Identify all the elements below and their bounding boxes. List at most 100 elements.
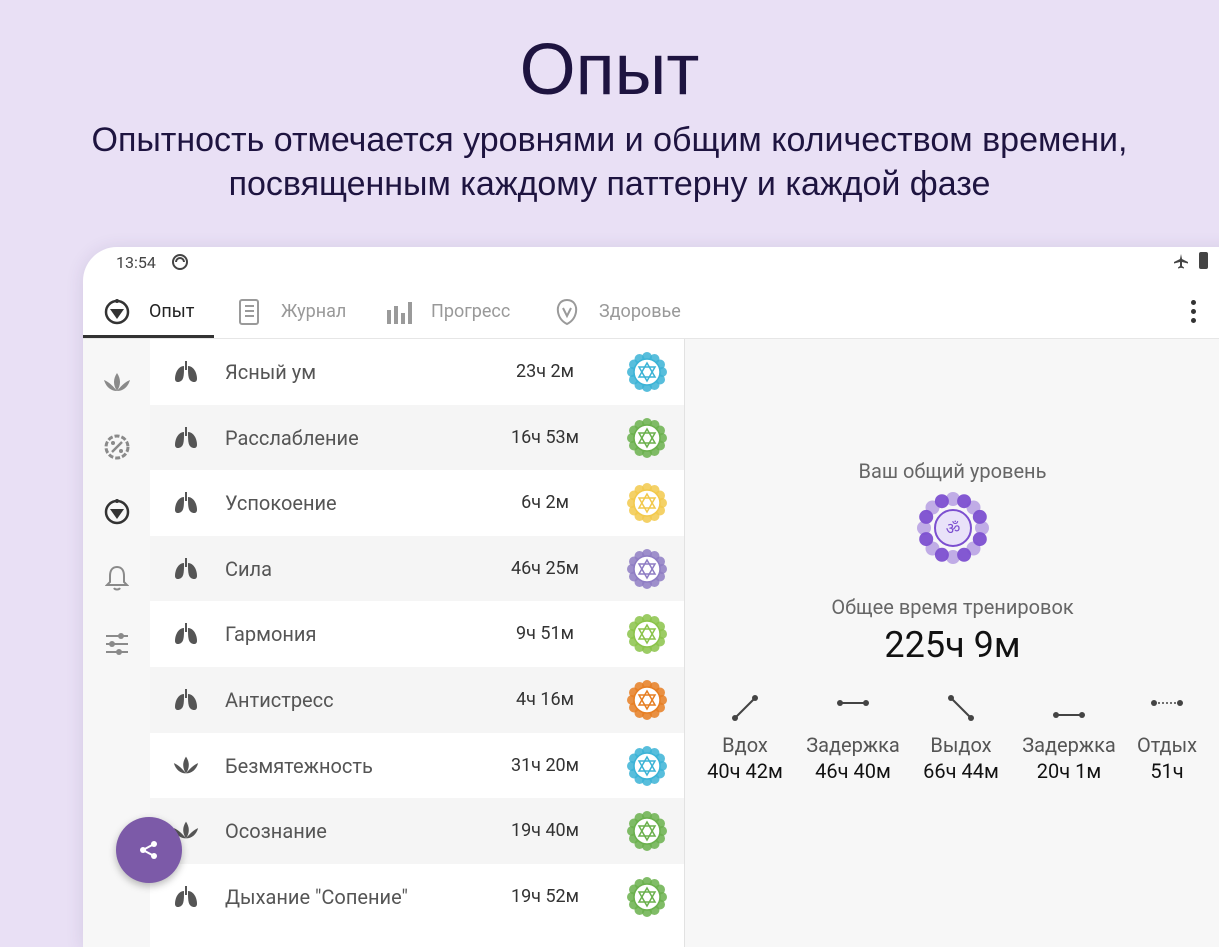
pattern-row[interactable]: Гармония 9ч 51м (150, 601, 684, 667)
pattern-row[interactable]: Сила 46ч 25м (150, 535, 684, 602)
pattern-row[interactable]: Успокоение 6ч 2м (150, 470, 684, 536)
pattern-time: 46ч 25м (510, 557, 580, 579)
phase-value: 66ч 44м (923, 759, 999, 783)
active-tab-indicator (83, 335, 214, 338)
phase-value: 40ч 42м (707, 759, 783, 783)
chakra-level-icon (626, 810, 668, 852)
app-notification-icon (172, 254, 188, 270)
pattern-row[interactable]: Дыхание "Сопение" 19ч 52м (150, 864, 684, 930)
phase-hold-out: Задержка 20ч 1м (1009, 691, 1129, 783)
chakra-level-icon (626, 417, 668, 459)
device-frame: 13:54 Опыт Журнал Прогресс Здоровье Ясны… (83, 247, 1219, 947)
rest-icon (1117, 691, 1217, 725)
lungs-icon (172, 491, 200, 515)
chakra-level-icon (626, 351, 668, 393)
hero-title: Опыт (519, 30, 700, 110)
pattern-name: Дыхание "Сопение" (225, 884, 408, 909)
pattern-row[interactable]: Ясный ум 23ч 2м (150, 339, 684, 405)
chakra-level-icon (626, 548, 668, 590)
tab-label: Прогресс (431, 301, 511, 322)
chakra-level-icon (626, 613, 668, 655)
share-icon (140, 841, 157, 859)
rail-chakra-emblem-icon[interactable] (102, 497, 132, 527)
tab-label: Опыт (149, 301, 195, 322)
pattern-time: 4ч 16м (516, 689, 574, 710)
pattern-time: 9ч 51м (516, 623, 574, 645)
pattern-row[interactable]: Осознание 19ч 40м (150, 798, 684, 864)
bar-chart-icon (385, 298, 413, 326)
pattern-name: Безмятежность (225, 753, 373, 778)
chakra-level-icon (626, 679, 668, 721)
hero-subtitle-line1: Опытность отмечается уровнями и общим ко… (91, 121, 1128, 159)
tab-label: Здоровье (599, 301, 681, 322)
phase-exhale: Выдох 66ч 44м (901, 691, 1021, 783)
pattern-list: Ясный ум 23ч 2м Расслабление 16ч 53м Успокое… (150, 339, 684, 947)
pattern-row[interactable]: Расслабление 16ч 53м (150, 404, 684, 471)
status-bar: 13:54 (83, 247, 1219, 277)
chakra-level-icon (626, 745, 668, 787)
exhale-icon (901, 691, 1021, 725)
airplane-mode-icon (1174, 254, 1188, 269)
pattern-time: 19ч 52м (510, 885, 580, 907)
rail-percent-badge-icon[interactable] (102, 432, 132, 462)
rail-bell-icon[interactable] (102, 563, 132, 593)
pattern-name: Расслабление (225, 425, 359, 450)
hold-icon (1009, 691, 1129, 725)
phase-inhale: Вдох 40ч 42м (685, 691, 805, 783)
phase-label: Отдых (1136, 733, 1198, 757)
overflow-menu-icon[interactable] (1181, 297, 1205, 325)
top-tab-bar: Опыт Журнал Прогресс Здоровье (83, 285, 1219, 339)
pattern-time: 6ч 2м (521, 492, 569, 514)
summary-panel: Ваш общий уровень ॐ Общее время трениров… (684, 339, 1219, 947)
health-icon (553, 298, 581, 326)
rail-lotus-icon[interactable] (102, 367, 132, 397)
phase-label: Задержка (806, 733, 900, 757)
pattern-row[interactable]: Антистресс 4ч 16м (150, 667, 684, 733)
tab-label: Журнал (281, 301, 347, 322)
pattern-row[interactable]: Безмятежность 31ч 20м (150, 733, 684, 799)
phase-value: 51ч (1150, 759, 1184, 783)
svg-text:ॐ: ॐ (946, 519, 961, 538)
lungs-icon (172, 426, 200, 450)
phase-rest: Отдых 51ч (1117, 691, 1217, 783)
phase-hold-in: Задержка 46ч 40м (793, 691, 913, 783)
total-time-value: 225ч 9м (884, 624, 1021, 666)
phase-label: Задержка (1022, 733, 1116, 757)
battery-icon (1199, 252, 1208, 269)
tab-journal[interactable]: Журнал (235, 285, 346, 338)
pattern-time: 16ч 53м (510, 426, 580, 448)
tab-health[interactable]: Здоровье (553, 285, 681, 338)
hero-subtitle: Опытность отмечается уровнями и общим ко… (0, 118, 1219, 206)
journal-icon (235, 298, 263, 326)
pattern-time: 31ч 20м (510, 754, 580, 776)
chakra-level-icon (626, 482, 668, 524)
lungs-icon (172, 360, 200, 384)
tab-progress[interactable]: Прогресс (385, 285, 510, 338)
total-time-label: Общее время тренировок (831, 595, 1074, 619)
tab-experience[interactable]: Опыт (103, 285, 194, 338)
status-time: 13:54 (116, 253, 156, 272)
lungs-icon (172, 688, 200, 712)
chakra-emblem-icon (103, 298, 131, 326)
phase-value: 46ч 40м (815, 759, 891, 783)
pattern-time: 23ч 2м (516, 361, 574, 382)
inhale-icon (685, 691, 805, 725)
phase-label: Вдох (722, 733, 768, 757)
pattern-name: Осознание (225, 819, 327, 844)
crown-chakra-level-icon: ॐ (917, 492, 989, 564)
pattern-name: Успокоение (225, 491, 337, 516)
lungs-icon (172, 622, 200, 646)
share-button[interactable] (116, 817, 182, 883)
lungs-icon (172, 885, 200, 909)
chakra-level-icon (626, 876, 668, 918)
rail-sliders-icon[interactable] (102, 629, 132, 659)
pattern-name: Антистресс (225, 688, 334, 712)
pattern-name: Ясный ум (225, 360, 317, 384)
pattern-name: Сила (225, 556, 273, 581)
lotus-icon (172, 754, 200, 778)
pattern-name: Гармония (225, 622, 317, 647)
hero-subtitle-line2: посвященным каждому паттерну и каждой фа… (228, 165, 991, 203)
phase-value: 20ч 1м (1036, 759, 1102, 783)
level-label: Ваш общий уровень (858, 459, 1047, 483)
phase-label: Выдох (930, 733, 992, 757)
